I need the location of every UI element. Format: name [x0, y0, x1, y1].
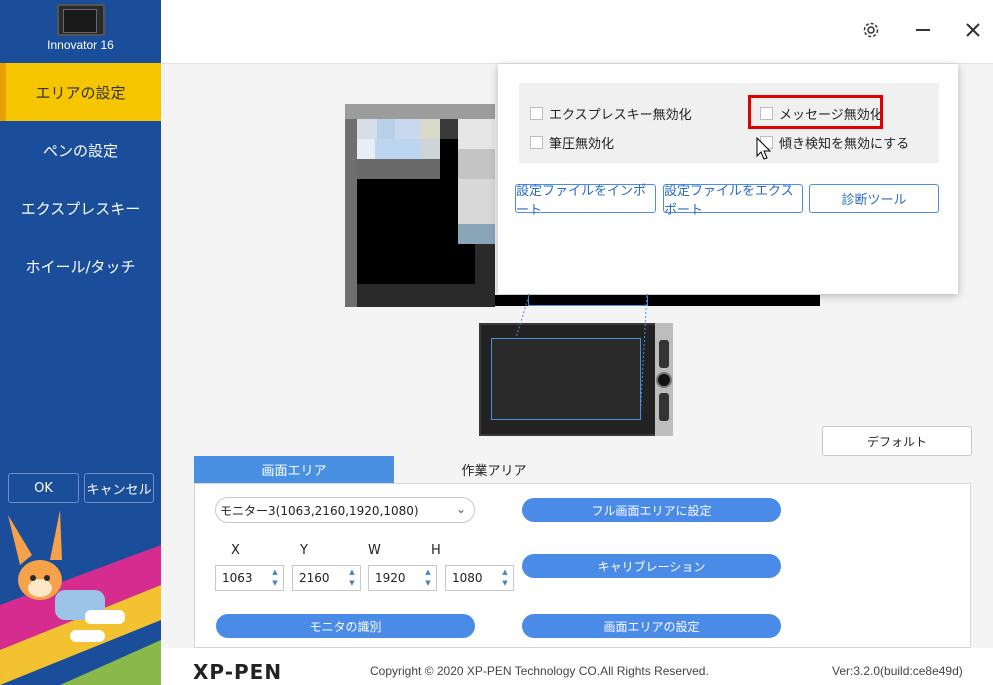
chevron-down-icon: ⌄ — [455, 502, 466, 516]
export-settings-button[interactable]: 設定ファイルをエクスポート — [663, 184, 803, 218]
option-label: 筆圧無効化 — [549, 137, 615, 152]
w-label: W — [368, 543, 381, 558]
sidebar-item-label: エリアの設定 — [35, 83, 126, 102]
device-block: Innovator 16 — [0, 0, 161, 62]
import-settings-button[interactable]: 設定ファイルをインポート — [515, 184, 656, 218]
copyright-text: Copyright © 2020 XP-PEN Technology CO.Al… — [370, 664, 709, 678]
close-icon[interactable] — [961, 18, 985, 42]
h-label: H — [431, 543, 441, 558]
pressure-disable-option[interactable]: 筆圧無効化 — [530, 133, 614, 152]
monitor-select-value: モニター3(1063,2160,1920,1080) — [220, 503, 419, 518]
version-text: Ver:3.2.0(build:ce8e49d) — [832, 664, 963, 678]
screen-area-setting-button[interactable]: 画面エリアの設定 — [522, 614, 781, 638]
option-label: 傾き検知を無効にする — [779, 137, 910, 152]
h-stepper[interactable]: 1080 ▲ ▼ — [445, 565, 514, 591]
tab-screen-area[interactable]: 画面エリア — [194, 456, 394, 483]
option-label: エクスプレスキー無効化 — [549, 108, 692, 123]
mouse-cursor-icon — [756, 137, 772, 160]
default-button[interactable]: デフォルト — [822, 426, 972, 456]
x-label: X — [231, 543, 240, 558]
y-stepper[interactable]: 2160 ▲ ▼ — [292, 565, 361, 591]
w-value: 1920 — [375, 571, 406, 585]
sidebar-item-pen-settings[interactable]: ペンの設定 — [0, 121, 161, 179]
express-key-disable-option[interactable]: エクスプレスキー無効化 — [530, 104, 692, 123]
checkbox[interactable] — [530, 107, 543, 120]
stepper-arrows-icon[interactable]: ▲ ▼ — [423, 567, 433, 589]
tablet-device-icon — [57, 4, 105, 36]
monitor-select[interactable]: モニター3(1063,2160,1920,1080) ⌄ — [215, 497, 475, 523]
ok-button[interactable]: OK — [8, 473, 79, 503]
xp-pen-logo: XP-PEN — [193, 660, 283, 684]
diagnostic-tool-button[interactable]: 診断ツール — [809, 184, 939, 213]
cancel-button[interactable]: キャンセル — [84, 473, 154, 503]
minimize-icon[interactable] — [911, 18, 935, 42]
sidebar-item-label: ペンの設定 — [42, 141, 118, 160]
sidebar-item-wheel-touch[interactable]: ホイール/タッチ — [0, 237, 161, 295]
highlight-annotation — [748, 95, 883, 129]
monitor-preview — [345, 104, 495, 307]
tablet-express-key — [659, 340, 669, 368]
stepper-arrows-icon[interactable]: ▲ ▼ — [347, 567, 357, 589]
tilt-disable-option[interactable]: 傾き検知を無効にする — [760, 133, 909, 152]
stepper-arrows-icon[interactable]: ▲ ▼ — [270, 567, 280, 589]
sidebar: Innovator 16 エリアの設定 ペンの設定 エクスプレスキー ホイール/… — [0, 0, 161, 685]
checkbox[interactable] — [530, 136, 543, 149]
x-stepper[interactable]: 1063 ▲ ▼ — [215, 565, 284, 591]
sidebar-item-label: エクスプレスキー — [20, 199, 141, 218]
x-value: 1063 — [222, 571, 253, 585]
tab-work-area[interactable]: 作業アリア — [394, 456, 594, 483]
y-value: 2160 — [299, 571, 330, 585]
sidebar-item-label: ホイール/タッチ — [25, 257, 136, 276]
identify-monitor-button[interactable]: モニタの識別 — [216, 614, 475, 638]
gear-icon[interactable] — [859, 18, 883, 42]
w-stepper[interactable]: 1920 ▲ ▼ — [368, 565, 437, 591]
y-label: Y — [300, 543, 308, 558]
h-value: 1080 — [452, 571, 483, 585]
device-name: Innovator 16 — [47, 38, 114, 52]
sidebar-item-area-settings[interactable]: エリアの設定 — [0, 63, 161, 121]
stepper-arrows-icon[interactable]: ▲ ▼ — [500, 567, 510, 589]
calibration-button[interactable]: キャリブレーション — [522, 554, 781, 578]
tablet-active-area[interactable] — [491, 338, 641, 420]
full-screen-area-button[interactable]: フル画面エリアに設定 — [522, 498, 781, 522]
sidebar-item-express-keys[interactable]: エクスプレスキー — [0, 179, 161, 237]
mascot-illustration — [0, 510, 161, 685]
tablet-dial — [656, 372, 672, 388]
tablet-express-key — [659, 393, 669, 421]
